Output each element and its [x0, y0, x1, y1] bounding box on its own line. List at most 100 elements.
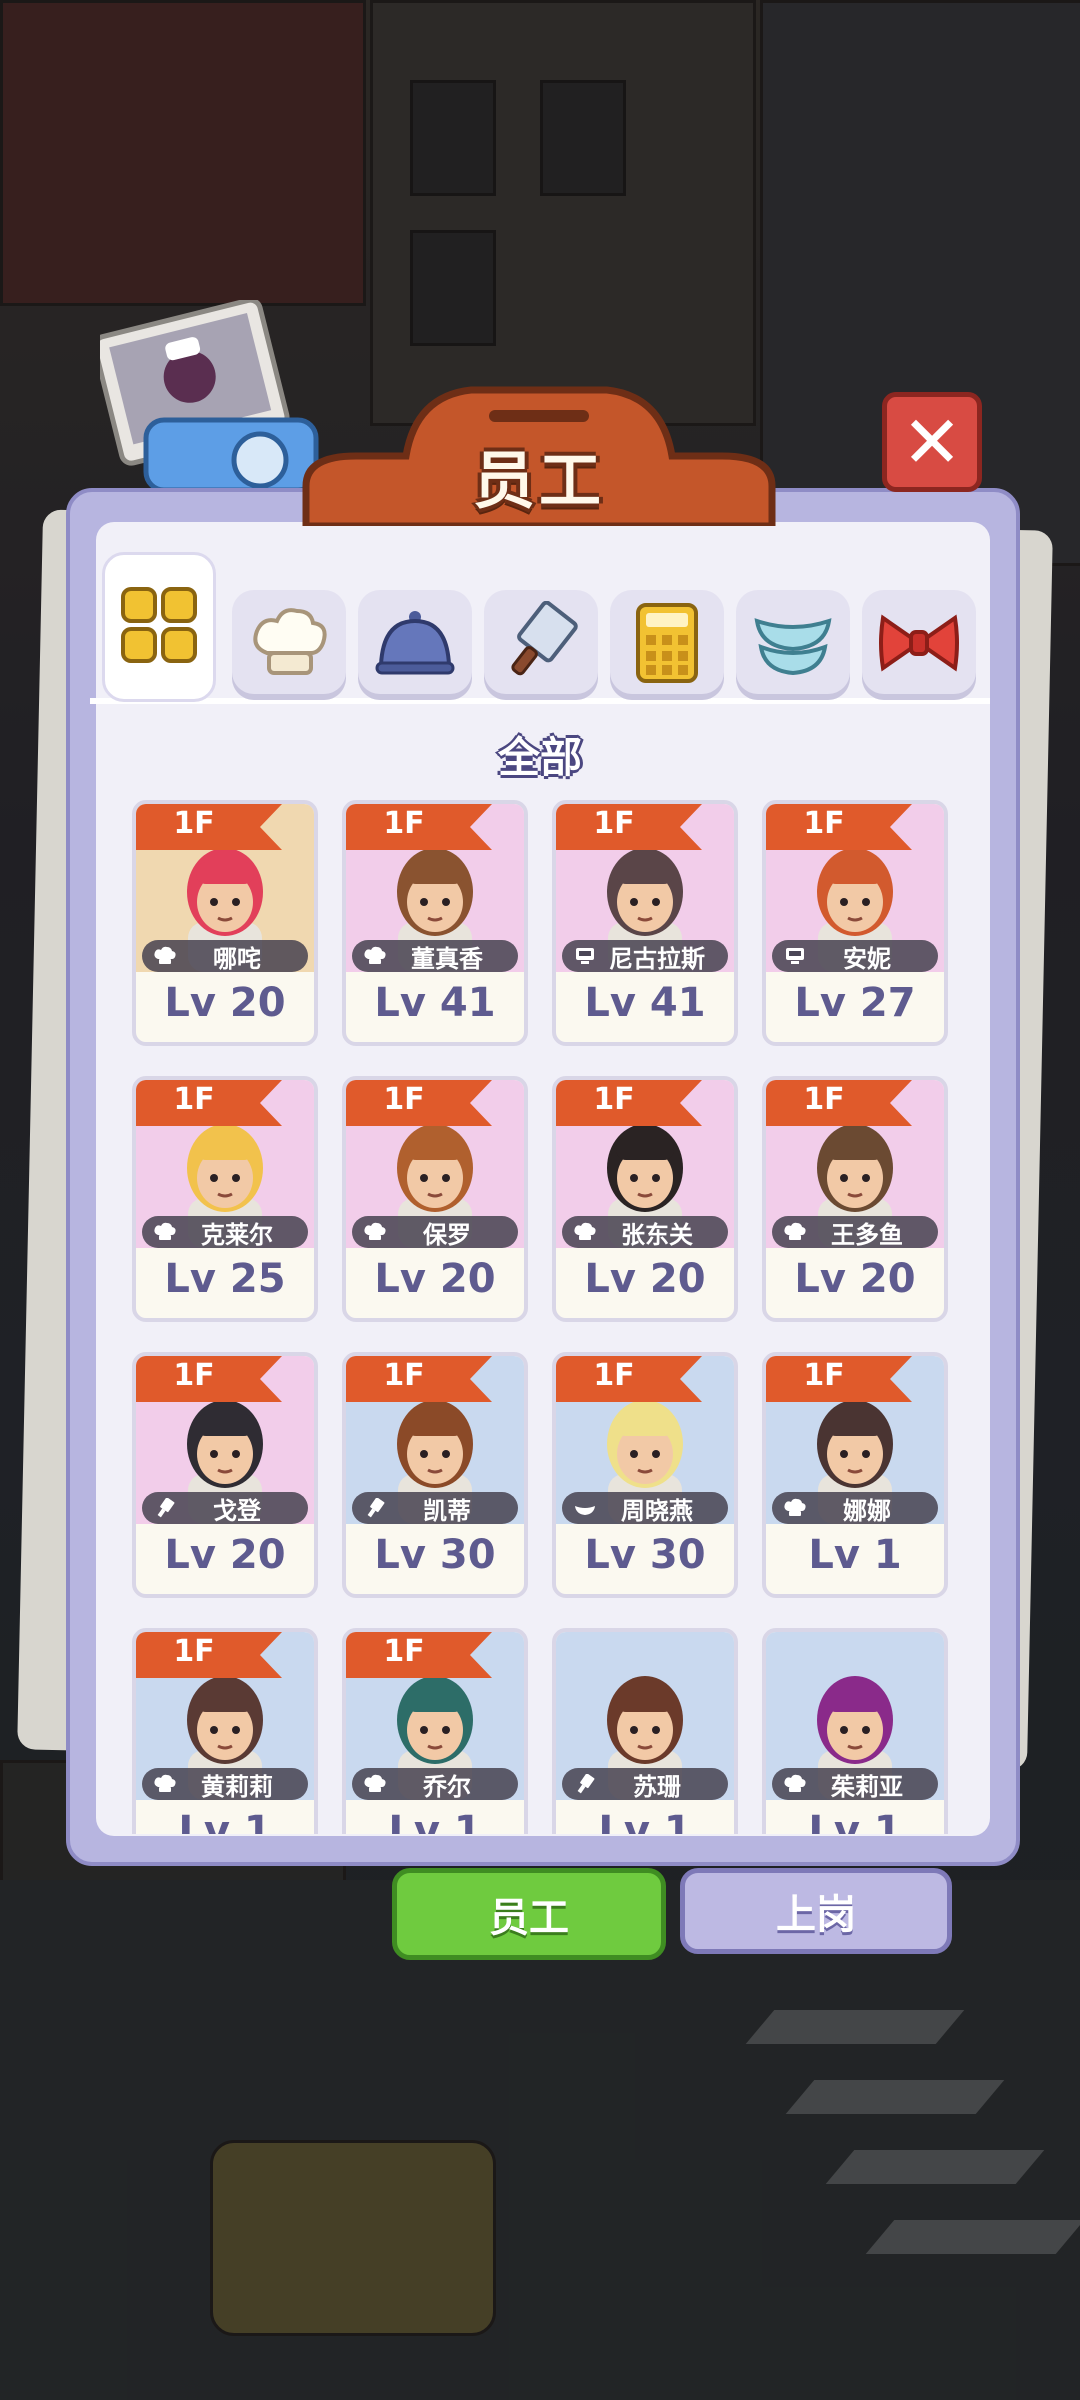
floor-label: 1F	[803, 1082, 845, 1117]
staff-card[interactable]: 1F 安妮 Lv 27	[762, 800, 948, 1046]
staff-tab-button[interactable]: 员工	[392, 1868, 666, 1960]
floor-label: 1F	[803, 1358, 845, 1393]
staff-name: 戈登	[213, 1496, 261, 1525]
cook-role-icon	[150, 1495, 180, 1521]
staff-level: Lv 20	[374, 1256, 496, 1302]
staff-name-bar: 乔尔	[352, 1768, 518, 1801]
staff-name: 哪咤	[213, 944, 261, 973]
staff-card[interactable]: 1F 张东关 Lv 20	[552, 1076, 738, 1322]
staff-name: 凯蒂	[423, 1496, 471, 1525]
tab-chef[interactable]	[232, 590, 346, 700]
chef-role-icon	[360, 943, 390, 969]
staff-name: 安妮	[843, 944, 891, 973]
cleaver-icon	[499, 600, 583, 689]
staff-card[interactable]: 1F 周晓燕 Lv 30	[552, 1352, 738, 1598]
staff-level: Lv 27	[794, 980, 916, 1026]
staff-name: 克莱尔	[201, 1220, 273, 1249]
staff-name-bar: 周晓燕	[562, 1492, 728, 1525]
chef-role-icon	[780, 1771, 810, 1797]
staff-card[interactable]: 1F 娜娜 Lv 1	[762, 1352, 948, 1598]
staff-name-bar: 黄莉莉	[142, 1768, 308, 1801]
staff-level: Lv 20	[164, 980, 286, 1026]
close-button[interactable]: ✕	[882, 392, 982, 492]
staff-card[interactable]: 1F 乔尔 Lv 1	[342, 1628, 528, 1834]
staff-level: Lv 20	[164, 1532, 286, 1578]
cook-role-icon	[360, 1495, 390, 1521]
staff-name: 尼古拉斯	[609, 944, 705, 973]
chef-role-icon	[780, 1495, 810, 1521]
staff-card[interactable]: 1F 董真香 Lv 41	[342, 800, 528, 1046]
staff-name: 茱莉亚	[831, 1772, 903, 1801]
cashier-role-icon	[780, 943, 810, 969]
staff-name-bar: 茱莉亚	[772, 1768, 938, 1801]
bowls-icon	[751, 603, 835, 687]
chef-role-icon	[360, 1771, 390, 1797]
staff-level: Lv 30	[584, 1532, 706, 1578]
staff-name: 苏珊	[633, 1772, 681, 1801]
floor-label: 1F	[173, 1358, 215, 1393]
staff-name: 黄莉莉	[201, 1772, 273, 1801]
chef-hat-icon	[247, 603, 331, 687]
staff-name: 张东关	[621, 1220, 693, 1249]
floor-label: 1F	[383, 1358, 425, 1393]
floor-label: 1F	[383, 1082, 425, 1117]
floor-label: 1F	[173, 1082, 215, 1117]
cloche-icon	[373, 603, 457, 687]
staff-name: 保罗	[423, 1220, 471, 1249]
staff-name-bar: 戈登	[142, 1492, 308, 1525]
staff-name: 娜娜	[843, 1496, 891, 1525]
grid-all-icon	[117, 583, 201, 671]
chef-role-icon	[150, 1219, 180, 1245]
floor-label: 1F	[383, 1634, 425, 1669]
chef-role-icon	[150, 1771, 180, 1797]
tab-all[interactable]	[102, 552, 216, 702]
staff-name-bar: 董真香	[352, 940, 518, 973]
staff-grid: 1F 哪咤 Lv 20 1F 董真香 Lv 41 1F 尼古拉斯 Lv 41 1F 安妮 Lv 27 1…	[120, 796, 960, 1834]
staff-name-bar: 保罗	[352, 1216, 518, 1249]
tab-cook[interactable]	[484, 590, 598, 700]
chef-role-icon	[570, 1219, 600, 1245]
tab-server[interactable]	[358, 590, 472, 700]
floor-label: 1F	[383, 806, 425, 841]
staff-card[interactable]: 1F 凯蒂 Lv 30	[342, 1352, 528, 1598]
staff-level: Lv 1	[388, 1808, 482, 1834]
cook-role-icon	[570, 1771, 600, 1797]
calculator-icon	[632, 601, 702, 689]
staff-card[interactable]: 1F 哪咤 Lv 20	[132, 800, 318, 1046]
staff-name: 乔尔	[423, 1772, 471, 1801]
staff-card[interactable]: 茱莉亚 Lv 1	[762, 1628, 948, 1834]
tab-cashier[interactable]	[610, 590, 724, 700]
staff-card[interactable]: 1F 戈登 Lv 20	[132, 1352, 318, 1598]
staff-level: Lv 1	[808, 1808, 902, 1834]
floor-label: 1F	[803, 806, 845, 841]
staff-card[interactable]: 1F 克莱尔 Lv 25	[132, 1076, 318, 1322]
section-title: 全部	[497, 733, 582, 782]
floor-label: 1F	[593, 1082, 635, 1117]
floor-label: 1F	[593, 806, 635, 841]
chef-role-icon	[780, 1219, 810, 1245]
staff-level: Lv 1	[598, 1808, 692, 1834]
staff-level: Lv 41	[584, 980, 706, 1026]
staff-card[interactable]: 1F 黄莉莉 Lv 1	[132, 1628, 318, 1834]
chef-role-icon	[150, 943, 180, 969]
floor-label: 1F	[173, 1634, 215, 1669]
staff-name: 周晓燕	[621, 1496, 693, 1525]
staff-card[interactable]: 1F 保罗 Lv 20	[342, 1076, 528, 1322]
tab-dishwasher[interactable]	[736, 590, 850, 700]
tab-waiter[interactable]	[862, 590, 976, 700]
staff-level: Lv 41	[374, 980, 496, 1026]
on-duty-tab-button[interactable]: 上岗	[680, 1868, 952, 1954]
staff-card[interactable]: 1F 王多鱼 Lv 20	[762, 1076, 948, 1322]
staff-name-bar: 苏珊	[562, 1768, 728, 1801]
staff-level: Lv 1	[178, 1808, 272, 1834]
staff-name-bar: 尼古拉斯	[562, 940, 728, 973]
staff-card[interactable]: 1F 尼古拉斯 Lv 41	[552, 800, 738, 1046]
page-title: 员工	[472, 444, 605, 517]
staff-card[interactable]: 苏珊 Lv 1	[552, 1628, 738, 1834]
staff-name-bar: 娜娜	[772, 1492, 938, 1525]
staff-name-bar: 凯蒂	[352, 1492, 518, 1525]
staff-name-bar: 王多鱼	[772, 1216, 938, 1249]
cashier-role-icon	[570, 943, 600, 969]
staff-name: 王多鱼	[831, 1220, 903, 1249]
staff-name-bar: 哪咤	[142, 940, 308, 973]
